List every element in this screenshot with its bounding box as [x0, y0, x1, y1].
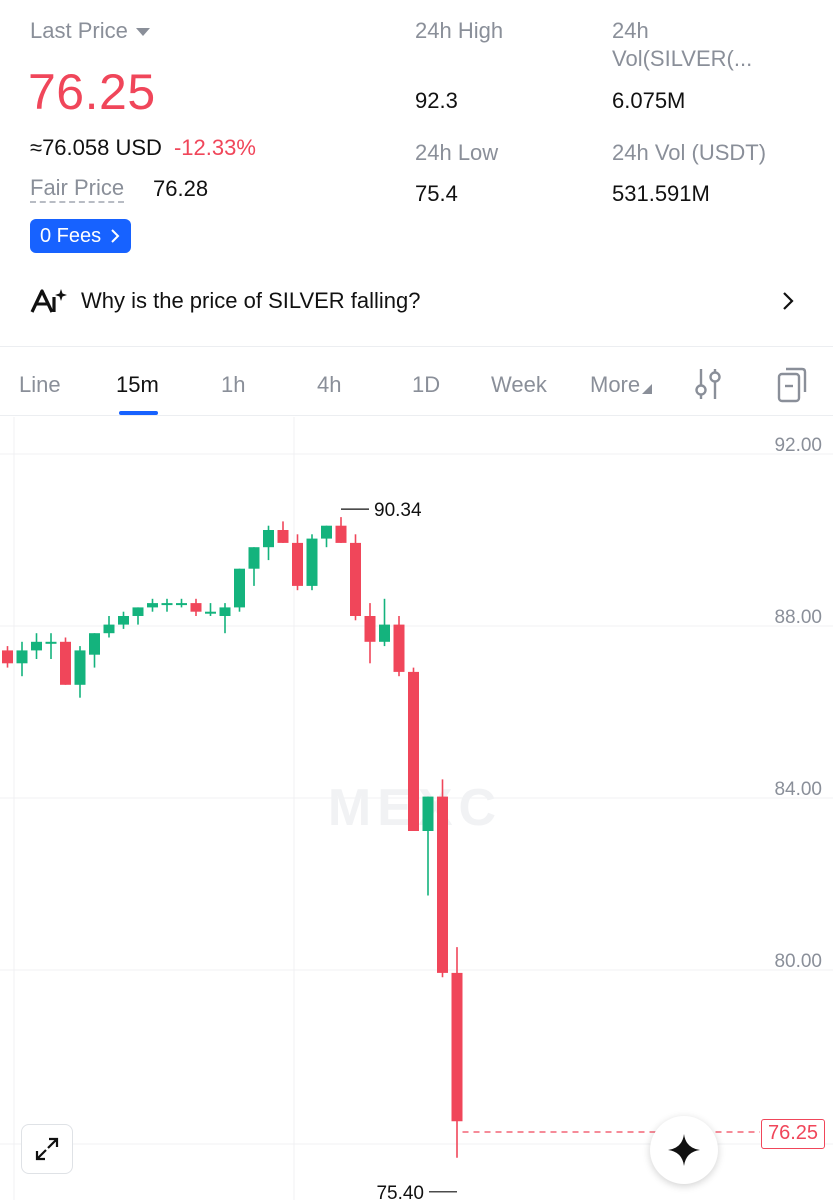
usd-equivalent: ≈76.058 USD [30, 135, 162, 160]
fullscreen-button[interactable] [21, 1124, 73, 1174]
high-marker-label: 90.34 [374, 500, 422, 521]
active-tab-indicator [119, 411, 158, 415]
candle-up [31, 641, 42, 651]
vol-usdt-value: 531.591M [612, 181, 710, 206]
candle-down [451, 972, 463, 1122]
market-stats: Last Price 76.25 ≈76.058 USD -12.33% Fai… [0, 0, 833, 268]
last-price-selector[interactable]: Last Price [30, 17, 150, 45]
ai-insight-banner[interactable]: Why is the price of SILVER falling? [0, 270, 833, 332]
vol-usdt-label: 24h Vol (USDT) [612, 140, 767, 165]
candle-up [219, 607, 231, 616]
candle-up [234, 568, 245, 608]
fair-price-label[interactable]: Fair Price [30, 175, 125, 203]
tab-week[interactable]: Week [491, 371, 547, 399]
change-percent: -12.33% [173, 135, 256, 160]
candle-down [60, 641, 71, 685]
candle-down [2, 650, 13, 664]
candle-down [437, 796, 448, 973]
candle-up [147, 603, 158, 608]
candle-down [364, 616, 376, 642]
tab-1h[interactable]: 1h [221, 371, 245, 399]
tab-more[interactable]: More [590, 371, 653, 399]
y-axis-tick-label: 84.00 [774, 779, 822, 800]
candle-up [16, 650, 28, 664]
candle-up [118, 616, 129, 625]
tab-15m[interactable]: 15m [116, 371, 159, 399]
candle-down [393, 624, 405, 672]
high-value: 92.3 [415, 88, 458, 113]
tab-1d[interactable]: 1D [412, 371, 440, 399]
low-label: 24h Low [415, 140, 499, 165]
candle-down [277, 530, 289, 543]
low-value: 75.4 [415, 181, 458, 206]
fair-price-value: 76.28 [153, 176, 209, 201]
low-marker-label: 75.40 [376, 1183, 424, 1200]
candle-down [408, 671, 419, 831]
timeframe-tabs: Line 15m 1h 4h 1D Week More [0, 350, 833, 416]
section-divider [0, 346, 833, 347]
expand-icon [35, 1137, 59, 1161]
chart-layout-icon[interactable] [776, 366, 808, 404]
candle-up [161, 603, 173, 606]
last-price-label: Last Price [30, 18, 128, 43]
candle-up [45, 641, 57, 644]
more-triangle-icon [642, 384, 653, 394]
candle-down [350, 542, 361, 616]
candle-up [176, 603, 187, 606]
candle-up [89, 633, 100, 655]
candle-up [103, 624, 115, 634]
caret-down-icon [135, 28, 150, 36]
chevron-right-icon [111, 229, 120, 243]
indicator-settings-icon[interactable] [693, 366, 725, 402]
candle-up [306, 538, 318, 586]
tab-more-label: More [590, 372, 641, 397]
ai-sparkle-icon [30, 289, 67, 313]
y-axis-tick-label: 80.00 [774, 951, 822, 972]
candle-up [422, 796, 434, 831]
ai-assistant-button[interactable] [650, 1116, 718, 1184]
chevron-right-icon [783, 292, 794, 310]
high-label: 24h High [415, 18, 504, 43]
zero-fees-button[interactable]: 0 Fees [30, 219, 132, 253]
usd-row: ≈76.058 USD -12.33% [30, 134, 256, 162]
sparkle-icon [668, 1134, 700, 1166]
candle-up [74, 650, 86, 685]
candle-up [321, 525, 332, 539]
ai-insight-text: Why is the price of SILVER falling? [81, 288, 421, 313]
candle-up [132, 607, 144, 616]
price-chart[interactable]: 92.0088.0084.0080.00MEXC90.3475.40 [0, 417, 833, 1200]
fees-label: 0 Fees [40, 224, 102, 247]
y-axis-tick-label: 92.00 [774, 435, 822, 456]
vol-base-value: 6.075M [612, 88, 686, 113]
candle-up [205, 611, 216, 614]
candle-up [248, 547, 260, 569]
last-price-value: 76.25 [28, 64, 156, 120]
tab-line[interactable]: Line [19, 371, 61, 399]
candle-up [379, 624, 390, 642]
candle-down [190, 603, 202, 612]
candle-up [263, 530, 274, 548]
y-axis-tick-label: 88.00 [774, 607, 822, 628]
candle-down [335, 525, 347, 543]
candlestick-chart[interactable]: 92.0088.0084.0080.00MEXC90.3475.40 [0, 417, 833, 1200]
current-price-tag: 76.25 [761, 1119, 825, 1149]
vol-base-label-line1: 24h [612, 18, 649, 43]
vol-base-label-line2: Vol(SILVER(... [612, 46, 753, 71]
tab-4h[interactable]: 4h [317, 371, 341, 399]
candle-down [292, 542, 303, 586]
